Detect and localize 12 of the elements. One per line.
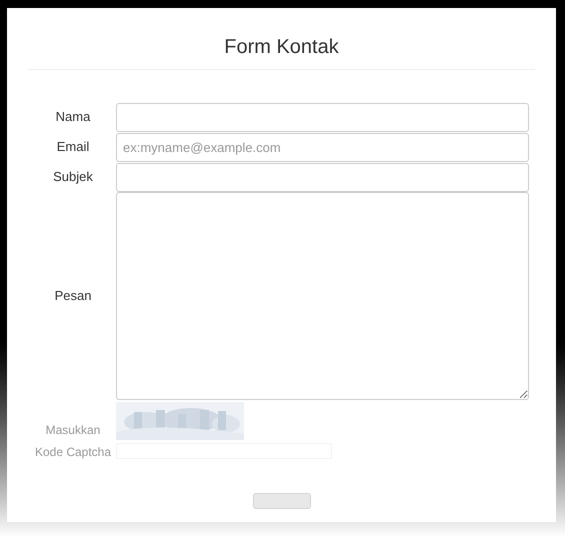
field-label: Pesan xyxy=(54,287,92,306)
input-field[interactable]: ex:myname@example.com xyxy=(116,132,529,162)
field-label: Email xyxy=(56,138,90,156)
form-title: Form Kontak xyxy=(223,35,340,59)
input-field[interactable] xyxy=(116,102,529,132)
input-field[interactable] xyxy=(116,162,529,192)
captcha-label: Kode Captcha xyxy=(34,444,112,461)
submit-button[interactable] xyxy=(252,493,310,509)
field-label: Subjek xyxy=(52,168,94,186)
message-field[interactable] xyxy=(116,192,529,400)
field-label: Nama xyxy=(54,108,92,126)
captcha-label: Masukkan xyxy=(46,422,100,439)
